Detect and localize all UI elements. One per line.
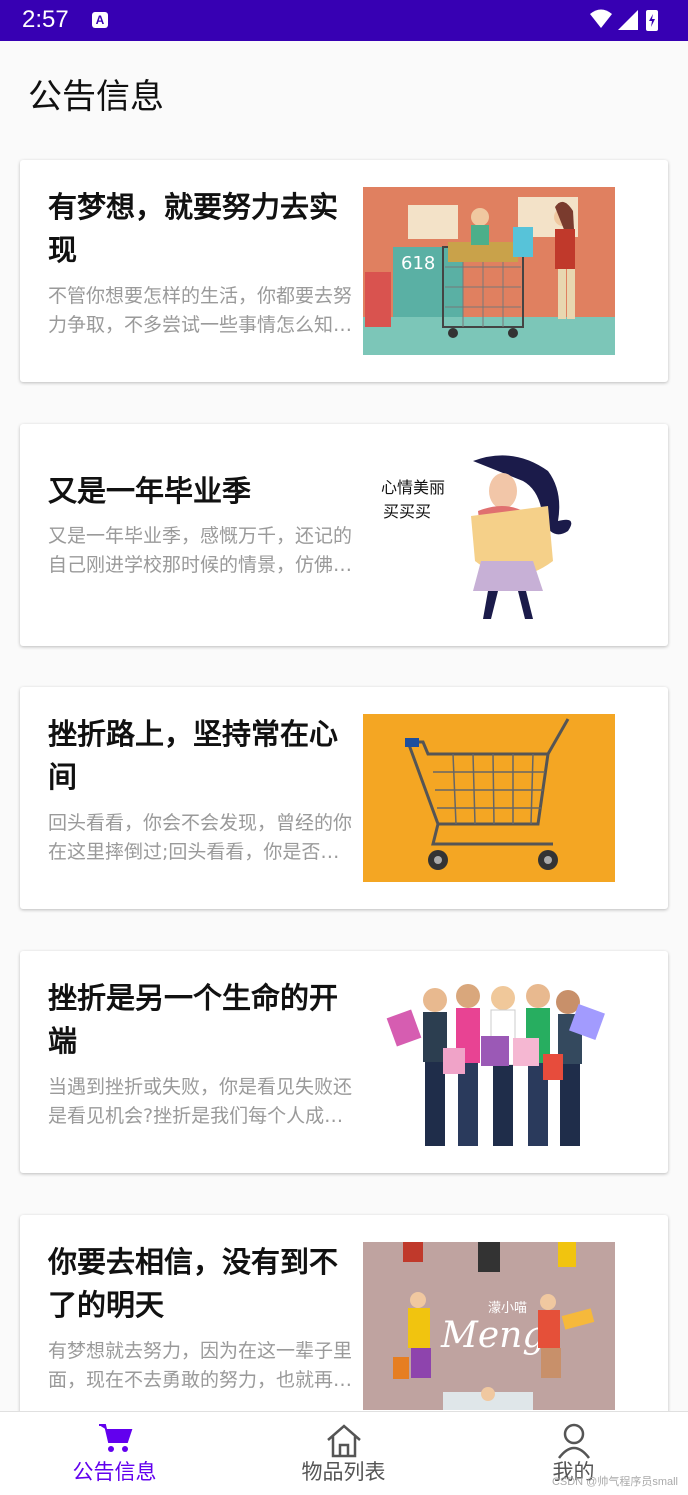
bottom-navigation: 公告信息 物品列表 我的 CSDN @帅气程序员small [0, 1411, 688, 1495]
image-caption: Meng [440, 1315, 545, 1356]
notice-image [363, 978, 615, 1146]
cart-icon [97, 1422, 133, 1458]
page-title: 公告信息 [28, 77, 164, 117]
notice-title: 挫折是另一个生命的开端 [48, 981, 339, 1058]
notice-list[interactable]: 有梦想，就要努力去实现 不管你想要怎样的生活，你都要去努力争取，不多尝试一些事情… [0, 141, 688, 1411]
notice-card[interactable]: 你要去相信，没有到不了的明天 有梦想就去努力，因为在这一辈子里面，现在不去勇敢的… [20, 1215, 668, 1411]
notice-title: 挫折路上，坚持常在心间 [48, 717, 339, 794]
watermark: CSDN @帅气程序员small [551, 1476, 678, 1488]
image-caption: 濛小喵 [488, 1301, 527, 1316]
system-icons [588, 8, 668, 38]
app-bar: 公告信息 [0, 41, 688, 141]
notice-card[interactable]: 挫折路上，坚持常在心间 回头看看，你会不会发现，曾经的你在这里摔倒过;回头看看，… [20, 687, 668, 909]
notice-card[interactable]: 有梦想，就要努力去实现 不管你想要怎样的生活，你都要去努力争取，不多尝试一些事情… [20, 160, 668, 382]
status-time: 2:57 [22, 6, 69, 33]
battery-icon [646, 10, 658, 31]
svg-text:618: 618 [401, 253, 435, 274]
image-caption: 买买买 [383, 502, 431, 521]
notice-image: 心情美丽 买买买 [363, 451, 615, 619]
notice-image: 618 [363, 187, 615, 355]
signal-icon [618, 10, 638, 30]
notice-title: 有梦想，就要努力去实现 [48, 190, 339, 267]
notice-image: 濛小喵 Meng [363, 1242, 615, 1410]
notice-title: 你要去相信，没有到不了的明天 [48, 1245, 339, 1322]
notice-desc: 回头看看，你会不会发现，曾经的你在这里摔倒过;回头看看，你是否发现，一次次的困难… [48, 812, 353, 863]
tab-label: 公告信息 [72, 1460, 157, 1484]
notice-image [363, 714, 615, 882]
notice-desc: 不管你想要怎样的生活，你都要去努力争取，不多尝试一些事情怎么知道自己适合什么。 [48, 285, 353, 336]
notice-desc: 又是一年毕业季，感慨万千，还记的自己刚进学校那时候的情景，仿佛就在昨天。 [48, 525, 353, 576]
notice-desc: 当遇到挫折或失败，你是看见失败还是看见机会?挫折是我们每个人成长的必经之路。 [48, 1076, 353, 1127]
notice-desc: 有梦想就去努力，因为在这一辈子里面，现在不去勇敢的努力，也就再也没有机会了。 [48, 1340, 353, 1391]
image-caption: 心情美丽 [381, 478, 445, 497]
tab-items[interactable]: 物品列表 [229, 1412, 458, 1495]
wifi-icon [590, 9, 612, 28]
notice-card[interactable]: 又是一年毕业季 又是一年毕业季，感慨万千，还记的自己刚进学校那时候的情景，仿佛就… [20, 424, 668, 646]
notice-title: 又是一年毕业季 [48, 474, 252, 508]
notification-app-icon: A [92, 12, 108, 28]
tab-label: 物品列表 [301, 1460, 386, 1484]
tab-notices[interactable]: 公告信息 [0, 1412, 229, 1495]
notice-card[interactable]: 挫折是另一个生命的开端 当遇到挫折或失败，你是看见失败还是看见机会?挫折是我们每… [20, 951, 668, 1173]
status-bar: 2:57 A [0, 0, 688, 41]
